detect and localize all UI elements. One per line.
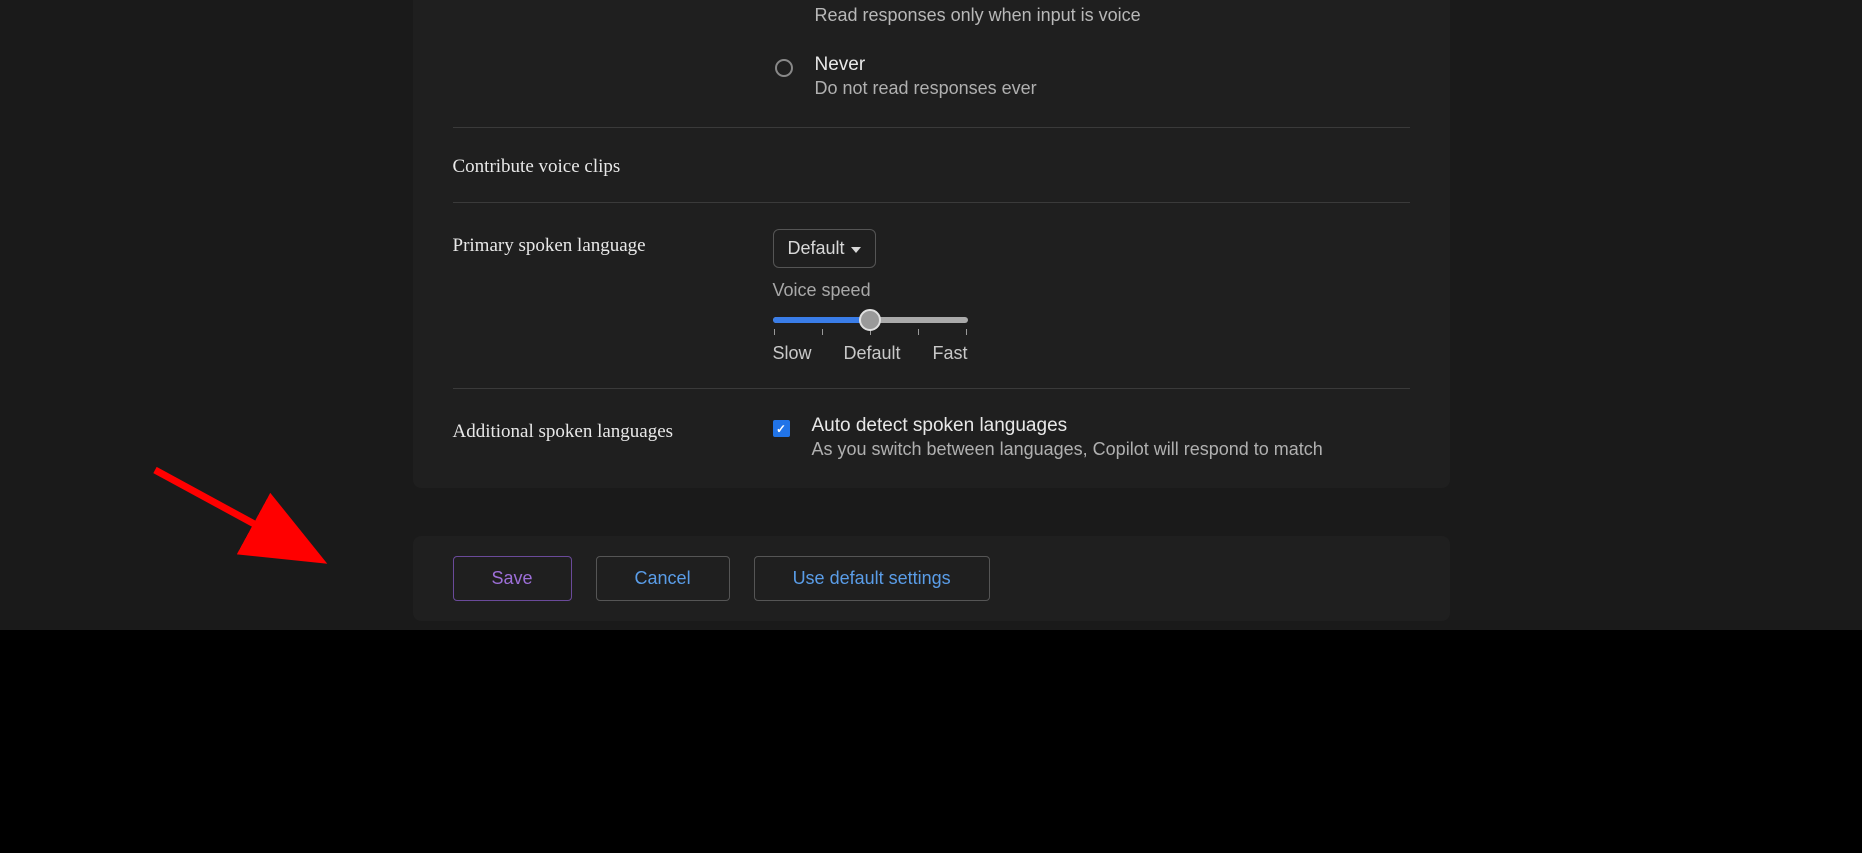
speed-label-slow: Slow [773,343,812,364]
speed-label-default: Default [843,343,900,364]
footer-actions: Save Cancel Use default settings [413,536,1450,621]
save-button[interactable]: Save [453,556,572,601]
voice-speed-slider[interactable]: Slow Default Fast [773,317,968,364]
check-desc-auto-detect: As you switch between languages, Copilot… [812,439,1323,460]
speed-label-fast: Fast [932,343,967,364]
bottom-area [0,630,1862,853]
dropdown-value: Default [788,238,845,259]
checkmark-icon: ✓ [776,422,786,436]
chevron-down-icon [851,247,861,253]
radio-option-never[interactable]: Never Do not read responses ever [775,54,1410,99]
use-default-settings-button[interactable]: Use default settings [754,556,990,601]
radio-desc-never: Do not read responses ever [815,78,1037,99]
settings-panel: Read responses only when input is voice … [413,0,1450,488]
primary-language-dropdown[interactable]: Default [773,229,876,268]
option-desc-voice-input: Read responses only when input is voice [815,0,1410,26]
voice-speed-label: Voice speed [773,280,1410,301]
label-primary-language: Primary spoken language [453,229,773,257]
check-label-auto-detect: Auto detect spoken languages [812,415,1323,437]
auto-detect-checkbox[interactable]: ✓ [773,420,790,437]
annotation-arrow [150,465,340,575]
slider-thumb[interactable] [859,309,881,331]
label-additional-languages: Additional spoken languages [453,415,773,443]
cancel-button[interactable]: Cancel [596,556,730,601]
radio-icon[interactable] [775,59,793,77]
section-contribute-voice: Contribute voice clips [453,128,1410,202]
radio-label-never: Never [815,54,1037,76]
